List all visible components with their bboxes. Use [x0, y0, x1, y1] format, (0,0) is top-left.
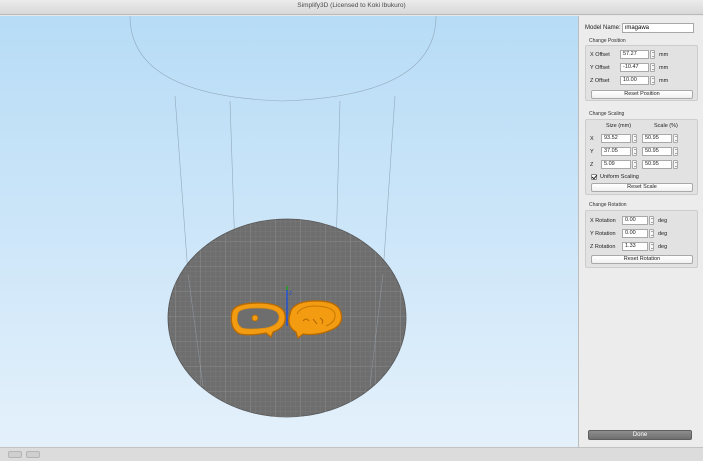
z-offset-input[interactable]: 10.00 — [620, 76, 649, 85]
model-name-row: Model Name: — [585, 22, 700, 33]
x-offset-label: X Offset — [590, 51, 610, 58]
done-button[interactable]: Done — [588, 430, 692, 440]
y-offset-unit: mm — [659, 64, 669, 71]
y-size-input[interactable]: 37.05 — [601, 147, 631, 156]
y-scale-input[interactable]: 50.95 — [642, 147, 672, 156]
y-offset-stepper[interactable] — [650, 63, 655, 72]
x-rotation-label: X Rotation — [590, 217, 616, 224]
y-offset-input[interactable]: -10.47 — [620, 63, 649, 72]
app-window: Simplify3D (Licensed to Koki Ibukuro) Z … — [0, 0, 703, 461]
z-rotation-unit: deg — [658, 243, 668, 250]
x-offset-row: X Offset 57.27 mm — [590, 50, 668, 59]
change-rotation-title: Change Rotation — [589, 202, 627, 208]
x-size-stepper[interactable] — [632, 134, 637, 143]
z-rotation-label: Z Rotation — [590, 243, 616, 250]
scale-y-row: Y 37.05 50.95 — [590, 147, 678, 156]
change-scaling-title: Change Scaling — [589, 111, 625, 117]
scale-column-header: Scale (%) — [654, 123, 678, 129]
svg-text:Z: Z — [289, 291, 292, 297]
x-offset-input[interactable]: 57.27 — [620, 50, 649, 59]
y-scale-stepper[interactable] — [673, 147, 678, 156]
x-rotation-input[interactable]: 0.00 — [622, 216, 648, 225]
z-rotation-input[interactable]: 1.33 — [622, 242, 648, 251]
z-scale-stepper[interactable] — [673, 160, 678, 169]
scene-canvas[interactable]: Z — [0, 16, 578, 447]
y-rotation-unit: deg — [658, 230, 668, 237]
model-settings-panel: Model Name: Change Position X Offset 57.… — [578, 16, 703, 447]
model-name-input[interactable] — [622, 22, 694, 33]
x-rotation-unit: deg — [658, 217, 668, 224]
y-offset-row: Y Offset -10.47 mm — [590, 63, 668, 72]
y-rotation-stepper[interactable] — [649, 229, 654, 238]
reset-position-button[interactable]: Reset Position — [591, 90, 693, 99]
z-offset-label: Z Offset — [590, 77, 610, 84]
scale-x-label: X — [590, 135, 594, 142]
change-scaling-group: Size (mm) Scale (%) X 93.52 50.95 Y 37.0… — [585, 119, 698, 195]
z-rotation-row: Z Rotation 1.33 deg — [590, 242, 667, 251]
x-rotation-row: X Rotation 0.00 deg — [590, 216, 667, 225]
y-rotation-input[interactable]: 0.00 — [622, 229, 648, 238]
change-rotation-group: X Rotation 0.00 deg Y Rotation 0.00 deg … — [585, 210, 698, 268]
3d-viewport[interactable]: Z — [0, 16, 578, 447]
scale-z-label: Z — [590, 161, 594, 168]
y-size-stepper[interactable] — [632, 147, 637, 156]
uniform-scaling-label: Uniform Scaling — [600, 173, 639, 180]
uniform-scaling-checkbox[interactable] — [591, 173, 597, 180]
change-position-title: Change Position — [589, 38, 626, 44]
x-scale-input[interactable]: 50.95 — [642, 134, 672, 143]
x-rotation-stepper[interactable] — [649, 216, 654, 225]
y-rotation-label: Y Rotation — [590, 230, 616, 237]
x-size-input[interactable]: 93.52 — [601, 134, 631, 143]
window-title: Simplify3D (Licensed to Koki Ibukuro) — [297, 2, 406, 9]
uniform-scaling-row[interactable]: Uniform Scaling — [591, 172, 639, 181]
scale-y-label: Y — [590, 148, 594, 155]
title-bar: Simplify3D (Licensed to Koki Ibukuro) — [0, 0, 703, 15]
z-offset-row: Z Offset 10.00 mm — [590, 76, 668, 85]
reset-rotation-button[interactable]: Reset Rotation — [591, 255, 693, 264]
change-position-group: X Offset 57.27 mm Y Offset -10.47 mm Z O… — [585, 45, 698, 101]
z-size-input[interactable]: 5.09 — [601, 160, 631, 169]
model-name-label: Model Name: — [585, 24, 621, 31]
z-offset-unit: mm — [659, 77, 669, 84]
reset-scale-button[interactable]: Reset Scale — [591, 183, 693, 192]
scale-z-row: Z 5.09 50.95 — [590, 160, 678, 169]
y-offset-label: Y Offset — [590, 64, 610, 71]
x-offset-unit: mm — [659, 51, 669, 58]
bottom-toolbar — [0, 447, 703, 461]
toolbar-button[interactable] — [8, 451, 22, 458]
x-offset-stepper[interactable] — [650, 50, 655, 59]
y-rotation-row: Y Rotation 0.00 deg — [590, 229, 667, 238]
size-column-header: Size (mm) — [606, 123, 632, 129]
z-offset-stepper[interactable] — [650, 76, 655, 85]
scale-x-row: X 93.52 50.95 — [590, 134, 678, 143]
toolbar-button[interactable] — [26, 451, 40, 458]
z-scale-input[interactable]: 50.95 — [642, 160, 672, 169]
z-rotation-stepper[interactable] — [649, 242, 654, 251]
z-size-stepper[interactable] — [632, 160, 637, 169]
x-scale-stepper[interactable] — [673, 134, 678, 143]
